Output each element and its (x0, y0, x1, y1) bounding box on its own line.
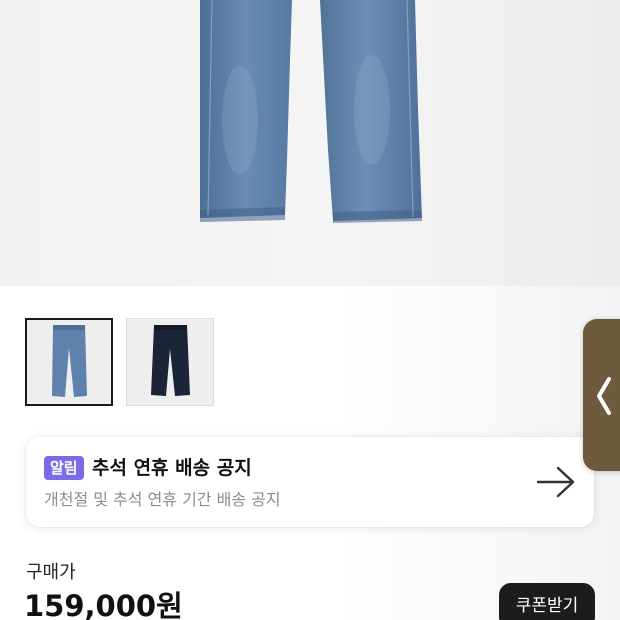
price-amount: 159,000원 (24, 589, 183, 620)
light-wash-jeans-thumbnail (27, 320, 111, 404)
side-drawer-handle[interactable] (583, 319, 620, 471)
jeans-image (200, 0, 422, 223)
thumbnail-dark-indigo[interactable] (126, 318, 214, 406)
chevron-left-icon (597, 377, 611, 415)
arrow-right-icon[interactable] (536, 465, 576, 499)
notice-badge: 알림 (44, 456, 84, 480)
price-label: 구매가 (26, 562, 76, 583)
product-detail-page: 알림 추석 연휴 배송 공지 개천절 및 추석 연휴 기간 배송 공지 구매가 … (0, 0, 620, 620)
notice-title: 추석 연휴 배송 공지 (92, 457, 252, 479)
dark-indigo-jeans-thumbnail (127, 319, 213, 405)
coupon-button[interactable]: 쿠폰받기 (499, 583, 595, 620)
product-main-image[interactable] (0, 0, 620, 286)
thumbnail-light-wash[interactable] (25, 318, 113, 406)
notice-card[interactable]: 알림 추석 연휴 배송 공지 개천절 및 추석 연휴 기간 배송 공지 (26, 437, 594, 527)
notice-description: 개천절 및 추석 연휴 기간 배송 공지 (44, 490, 281, 509)
